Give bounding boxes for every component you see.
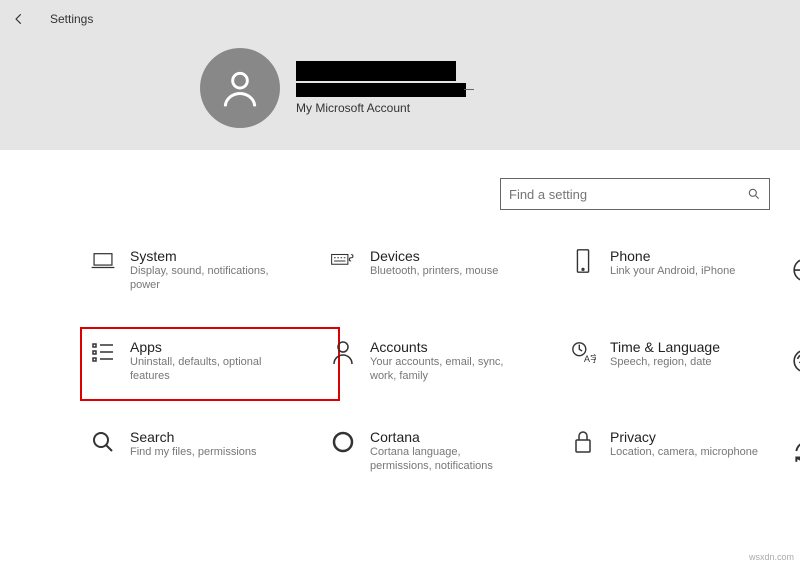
settings-grid: System Display, sound, notifications, po… [90,248,800,474]
keyboard-icon [330,248,356,274]
magnifier-icon [90,429,116,455]
tile-label: Phone [610,248,735,264]
page-title: Settings [50,12,93,26]
tile-sub: Uninstall, defaults, optional features [130,355,280,384]
tile-sub: Bluetooth, printers, mouse [370,264,498,278]
tile-label: Apps [130,339,280,355]
tile-label: Time & Language [610,339,720,355]
avatar [200,48,280,128]
time-language-icon: A字 [570,339,596,365]
profile-block: My Microsoft Account [200,48,466,128]
watermark: wsxdn.com [749,552,794,562]
tile-sub: Display, sound, notifications, power [130,264,280,293]
tile-sub: Link your Android, iPhone [610,264,735,278]
search-box[interactable] [500,178,770,210]
tile-label: Accounts [370,339,520,355]
side-gaming-icon[interactable] [780,339,800,384]
apps-icon [90,339,116,365]
search-icon [747,187,761,201]
header-banner: Settings My Microsoft Account [0,0,800,150]
tile-system[interactable]: System Display, sound, notifications, po… [90,248,330,293]
account-link[interactable]: My Microsoft Account [296,101,466,115]
tile-label: Privacy [610,429,758,445]
lock-icon [570,429,596,455]
search-input[interactable] [509,187,747,202]
person-icon [330,339,356,365]
tile-privacy[interactable]: Privacy Location, camera, microphone [570,429,780,474]
tile-sub: Your accounts, email, sync, work, family [370,355,520,384]
tile-sub: Location, camera, microphone [610,445,758,459]
tile-cortana[interactable]: Cortana Cortana language, permissions, n… [330,429,570,474]
tile-label: Search [130,429,257,445]
tile-time-language[interactable]: A字 Time & Language Speech, region, date [570,339,780,384]
tile-apps[interactable]: Apps Uninstall, defaults, optional featu… [80,327,340,402]
tile-devices[interactable]: Devices Bluetooth, printers, mouse [330,248,570,293]
tile-sub: Speech, region, date [610,355,720,369]
tile-sub: Cortana language, permissions, notificat… [370,445,520,474]
laptop-icon [90,248,116,274]
tile-search[interactable]: Search Find my files, permissions [90,429,330,474]
tile-accounts[interactable]: Accounts Your accounts, email, sync, wor… [330,339,570,384]
redacted-email [296,83,466,97]
tile-label: Cortana [370,429,520,445]
svg-text:A字: A字 [584,353,596,364]
tile-label: System [130,248,280,264]
side-update-icon[interactable] [780,429,800,474]
side-network-icon[interactable] [780,248,800,293]
redacted-name [296,61,456,81]
phone-icon [570,248,596,274]
tile-sub: Find my files, permissions [130,445,257,459]
tile-phone[interactable]: Phone Link your Android, iPhone [570,248,780,293]
cortana-icon [330,429,356,455]
back-button[interactable] [12,12,26,26]
tile-label: Devices [370,248,498,264]
